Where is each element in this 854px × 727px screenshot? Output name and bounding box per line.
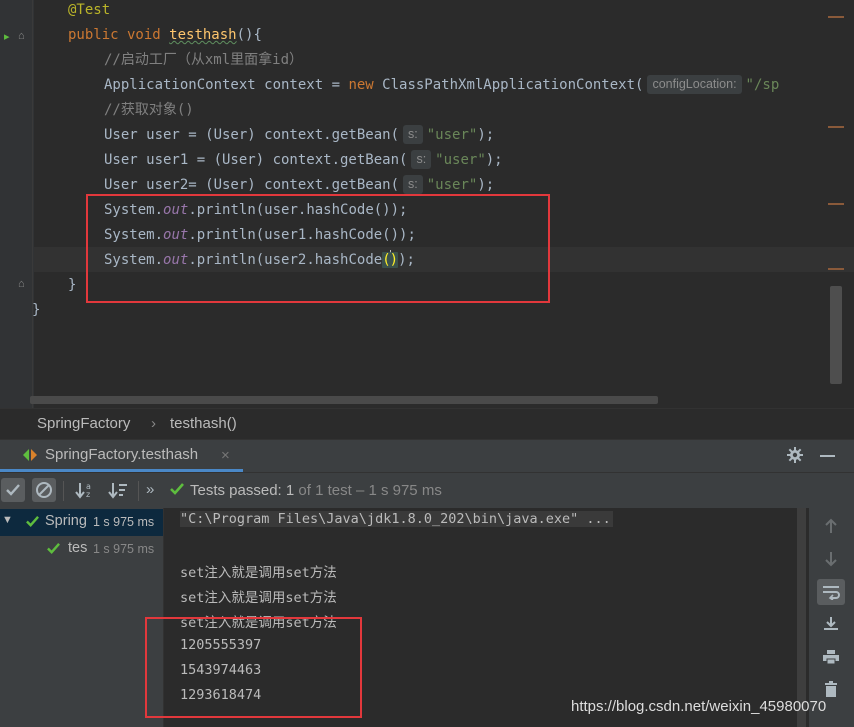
sort-duration-button[interactable] <box>106 478 130 502</box>
code-line: public void testhash(){ <box>68 27 262 43</box>
test-runner-toolbar: az » Tests passed: 1 of 1 test – 1 s 975… <box>0 472 854 509</box>
sort-alpha-button[interactable]: az <box>73 478 97 502</box>
chevron-down-icon[interactable]: ▼ <box>2 514 13 526</box>
checkmark-icon <box>6 484 20 496</box>
test-passed-icon <box>169 482 185 501</box>
editor-gutter[interactable]: ▸ ⌂ ⌂ <box>0 0 34 408</box>
code-line: } <box>32 302 41 318</box>
fold-icon[interactable]: ⌂ <box>18 30 25 42</box>
test-status-text: Tests passed: 1 of 1 test – 1 s 975 ms <box>190 482 442 499</box>
code-line: User user = (User) context.getBean(s: "us… <box>104 125 495 144</box>
code-editor[interactable]: ▸ ⌂ ⌂ @Test public void testhash(){ //启动… <box>0 0 854 408</box>
breadcrumb: SpringFactory › testhash() <box>0 408 854 439</box>
run-config-icon <box>22 448 38 467</box>
show-ignored-toggle[interactable] <box>32 478 56 502</box>
tree-item-label: Spring <box>45 513 87 529</box>
soft-wrap-icon[interactable] <box>817 579 845 605</box>
error-stripe-mark[interactable] <box>828 203 844 205</box>
toolbar-separator <box>63 481 64 501</box>
show-passed-toggle[interactable] <box>1 478 25 502</box>
error-stripe-mark[interactable] <box>828 16 844 18</box>
code-line: User user1 = (User) context.getBean(s: "u… <box>104 150 503 169</box>
tab-run-config[interactable]: SpringFactory.testhash × <box>0 440 243 472</box>
console-line: "C:\Program Files\Java\jdk1.8.0_202\bin\… <box>180 511 613 527</box>
console-line: set注入就是调用set方法 <box>180 565 337 581</box>
code-line: //启动工厂（从xml里面拿id） <box>104 52 304 68</box>
tree-item-time: 1 s 975 ms <box>93 515 155 529</box>
fold-icon[interactable]: ⌂ <box>18 278 25 290</box>
tree-item-time: 1 s 975 ms <box>93 542 155 556</box>
console-side-toolbar <box>809 508 854 727</box>
gear-icon[interactable] <box>786 446 804 469</box>
editor-vertical-scrollbar[interactable] <box>830 286 842 384</box>
run-gutter-icon[interactable]: ▸ <box>4 30 10 43</box>
minimize-icon[interactable] <box>820 455 835 457</box>
console-scrollbar[interactable] <box>797 508 806 727</box>
breadcrumb-method[interactable]: testhash() <box>170 415 237 432</box>
up-arrow-icon[interactable] <box>817 513 845 539</box>
more-actions-icon[interactable]: » <box>146 481 154 498</box>
tree-item-method[interactable]: tes 1 s 975 ms <box>0 536 163 563</box>
gutter-divider <box>32 0 33 408</box>
tree-item-class[interactable]: ▼ Spring 1 s 975 ms <box>0 509 163 536</box>
code-line: @Test <box>68 2 111 18</box>
console-line: set注入就是调用set方法 <box>180 590 337 606</box>
editor-horizontal-scrollbar[interactable] <box>30 396 658 404</box>
run-tab-title: SpringFactory.testhash <box>45 446 199 463</box>
sort-duration-icon <box>108 483 127 499</box>
console-scrollbar-thumb[interactable] <box>797 508 806 727</box>
code-line: //获取对象() <box>104 102 194 118</box>
ignored-icon <box>36 482 52 498</box>
breadcrumb-class[interactable]: SpringFactory <box>37 415 130 432</box>
param-hint: s: <box>403 175 423 194</box>
breadcrumb-separator: › <box>151 415 156 432</box>
run-tool-window-header: SpringFactory.testhash × <box>0 439 854 472</box>
error-stripe-mark[interactable] <box>828 126 844 128</box>
toolbar-separator <box>138 481 139 501</box>
test-results-tree[interactable]: ▼ Spring 1 s 975 ms tes 1 s 975 ms <box>0 508 163 727</box>
param-hint: s: <box>411 150 432 169</box>
down-arrow-icon[interactable] <box>817 546 845 572</box>
highlight-box-code <box>86 194 550 303</box>
code-line: ApplicationContext context = new ClassPa… <box>104 75 780 94</box>
scroll-to-end-icon[interactable] <box>817 611 845 637</box>
param-hint: configLocation: <box>647 75 742 94</box>
method-name: testhash <box>169 27 237 43</box>
param-hint: s: <box>403 125 423 144</box>
test-passed-icon <box>25 515 40 532</box>
print-icon[interactable] <box>817 644 845 670</box>
code-line: } <box>68 277 77 293</box>
highlight-box-output <box>145 617 362 718</box>
svg-text:z: z <box>86 490 90 499</box>
test-passed-icon <box>46 542 61 559</box>
error-stripe-mark[interactable] <box>828 268 844 270</box>
close-icon[interactable]: × <box>221 447 230 464</box>
sort-alpha-icon: az <box>75 482 91 499</box>
tree-item-label: tes <box>68 540 88 556</box>
watermark-url: https://blog.csdn.net/weixin_45980070 <box>571 698 827 715</box>
